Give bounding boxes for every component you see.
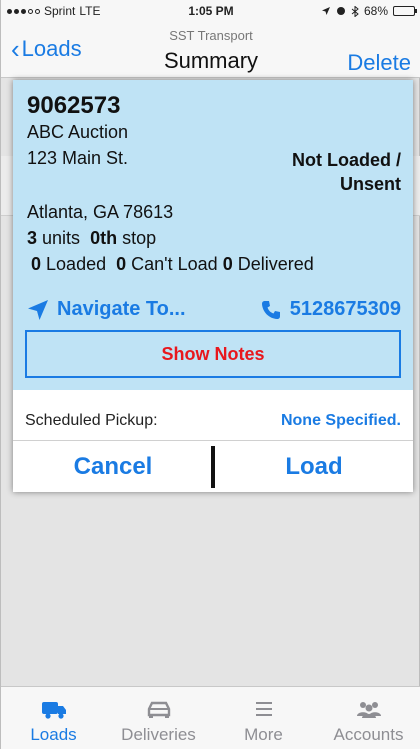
city-state-zip: Atlanta, GA 78613 <box>27 202 174 222</box>
nav-subtitle: SST Transport <box>169 28 253 43</box>
load-button[interactable]: Load <box>215 442 413 492</box>
scheduled-pickup-label: Scheduled Pickup: <box>25 412 158 429</box>
street-address: 123 Main St. <box>27 148 129 168</box>
delivered-count: 0 <box>222 254 233 274</box>
tab-more[interactable]: More <box>211 687 316 749</box>
car-icon <box>147 701 170 718</box>
load-summary-card: 9062573 ABC Auction 123 Main St. Not Loa… <box>13 80 413 492</box>
navigation-arrow-icon <box>28 299 48 320</box>
loaded-count: 0 <box>31 254 42 274</box>
navigation-bar: ‹ Loads SST Transport Summary Delete <box>1 22 420 78</box>
tab-loads[interactable]: Loads <box>1 687 106 749</box>
signal-icon <box>7 8 40 14</box>
tab-label: More <box>244 725 283 744</box>
stop-ordinal: 0th <box>90 228 118 248</box>
navigate-to-button[interactable]: Navigate To... <box>27 298 186 321</box>
menu-icon <box>255 702 272 716</box>
call-phone-button[interactable]: 5128675309 <box>260 298 401 321</box>
units-stop-line: 3 units 0th stop <box>27 228 156 249</box>
bluetooth-icon <box>351 5 359 17</box>
phone-icon <box>261 300 280 319</box>
cant-load-count: 0 <box>116 254 127 274</box>
cancel-button[interactable]: Cancel <box>13 442 213 492</box>
status-right: 68% <box>321 4 417 18</box>
status-left: Sprint LTE <box>7 4 100 18</box>
phone-number: 5128675309 <box>289 298 401 320</box>
loaded-label: Loaded <box>46 254 107 274</box>
people-icon <box>356 702 381 718</box>
units-word: units <box>42 228 81 248</box>
battery-percent: 68% <box>363 4 388 18</box>
tab-label: Accounts <box>333 725 404 744</box>
carrier-label: Sprint <box>44 4 76 18</box>
clock: 1:05 PM <box>188 4 234 18</box>
load-id: 9062573 <box>27 92 121 119</box>
tab-bar: Loads Deliveries More Accounts <box>1 686 420 749</box>
customer-name: ABC Auction <box>27 122 129 142</box>
navigate-label: Navigate To... <box>57 298 186 320</box>
status-bar: Sprint LTE 1:05 PM 68% <box>1 0 420 22</box>
tab-accounts[interactable]: Accounts <box>316 687 420 749</box>
stop-word: stop <box>122 228 157 248</box>
network-label: LTE <box>79 4 101 18</box>
truck-icon <box>41 702 66 719</box>
location-icon <box>321 7 330 15</box>
scheduled-pickup-value[interactable]: None Specified. <box>281 412 401 430</box>
show-notes-button[interactable]: Show Notes <box>25 330 401 378</box>
alarm-icon <box>336 7 345 15</box>
units-count: 3 <box>27 228 38 248</box>
load-details-panel: 9062573 ABC Auction 123 Main St. Not Loa… <box>13 80 413 390</box>
delete-button[interactable]: Delete <box>347 50 411 76</box>
delivered-label: Delivered <box>237 254 314 274</box>
counts-line: 0 Loaded 0 Can't Load 0 Delivered <box>31 254 314 275</box>
divider <box>13 440 413 441</box>
tab-label: Deliveries <box>121 725 196 744</box>
tab-label: Loads <box>30 725 77 744</box>
phone-screen: Sprint LTE 1:05 PM 68% ‹ Loads SST Trans… <box>0 0 420 749</box>
cant-load-label: Can't Load <box>131 254 218 274</box>
load-status: Not Loaded / Unsent <box>292 150 401 194</box>
tab-deliveries[interactable]: Deliveries <box>106 687 211 749</box>
battery-icon <box>393 6 417 16</box>
